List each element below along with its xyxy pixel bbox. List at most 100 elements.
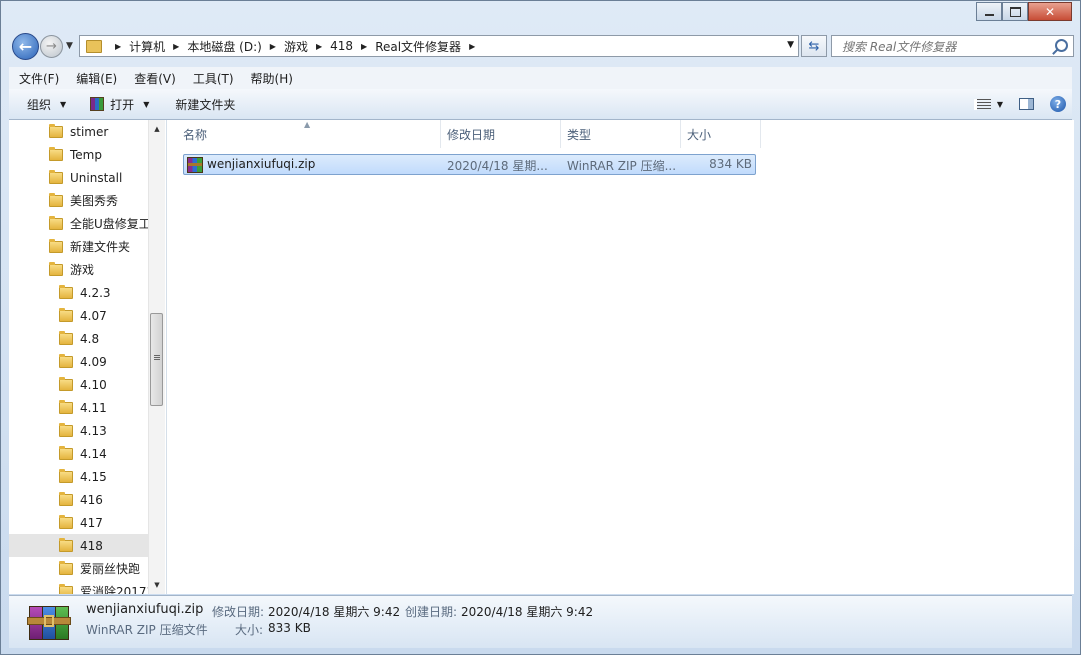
minimize-button[interactable]: [976, 2, 1002, 21]
tree-item-418-selected[interactable]: 418: [9, 534, 149, 557]
menu-help[interactable]: 帮助(H): [241, 70, 300, 87]
tree-item-label: 4.2.3: [80, 285, 111, 300]
tree-item-4-8[interactable]: 4.8: [59, 327, 99, 350]
tree-item-label: 4.09: [80, 354, 107, 369]
tree-item-stimer[interactable]: stimer: [49, 120, 108, 143]
column-header-type[interactable]: 类型: [561, 120, 681, 148]
breadcrumb-418[interactable]: 418: [330, 39, 353, 53]
menu-edit[interactable]: 编辑(E): [66, 70, 124, 87]
tree-item-label: 416: [80, 492, 103, 507]
scroll-up-icon[interactable]: ▲: [149, 122, 165, 136]
tree-item-label: 爱丽丝快跑: [80, 562, 141, 576]
tree-item-4-11[interactable]: 4.11: [59, 396, 107, 419]
open-button[interactable]: 打开 ▼: [74, 96, 157, 113]
recent-pages-dropdown[interactable]: ▼: [66, 41, 73, 51]
tree-item-usb-repair[interactable]: 全能U盘修复工: [49, 212, 151, 235]
tree-item-416[interactable]: 416: [59, 488, 103, 511]
folder-icon: [49, 192, 63, 207]
tree-item-uninstall[interactable]: Uninstall: [49, 166, 122, 189]
chevron-right-icon[interactable]: ▶: [316, 42, 322, 51]
chevron-right-icon[interactable]: ▶: [173, 42, 179, 51]
address-dropdown-icon[interactable]: ▼: [787, 40, 794, 50]
folder-icon: [59, 284, 73, 299]
file-size: 834 KB: [709, 157, 752, 171]
menu-view[interactable]: 查看(V): [124, 70, 183, 87]
window-controls: ✕: [976, 2, 1072, 22]
chevron-down-icon: ▼: [143, 99, 150, 109]
column-header-modified[interactable]: 修改日期: [441, 120, 561, 148]
folder-icon: [49, 238, 63, 253]
tree-item-4-07[interactable]: 4.07: [59, 304, 107, 327]
refresh-button[interactable]: ⇆: [801, 35, 827, 57]
search-box[interactable]: [831, 35, 1074, 57]
tree-item-4-14[interactable]: 4.14: [59, 442, 107, 465]
file-list: ▲ 名称 修改日期 类型 大小 wenjianxiufuqi.zip 2020/…: [167, 120, 1074, 594]
file-name: wenjianxiufuqi.zip: [207, 157, 316, 171]
tree-item-temp[interactable]: Temp: [49, 143, 102, 166]
tree-item-new-folder[interactable]: 新建文件夹: [49, 235, 130, 258]
chevron-right-icon[interactable]: ▶: [361, 42, 367, 51]
folder-icon: [59, 583, 73, 594]
menu-file[interactable]: 文件(F): [9, 70, 66, 87]
tree-item-4-10[interactable]: 4.10: [59, 373, 107, 396]
forward-button[interactable]: →: [40, 35, 63, 58]
tree-item-4-15[interactable]: 4.15: [59, 465, 107, 488]
tree-item-label: 美图秀秀: [70, 194, 119, 208]
new-folder-button[interactable]: 新建文件夹: [157, 96, 243, 113]
file-modified: 2020/4/18 星期...: [447, 159, 548, 173]
tree-item-label: 全能U盘修复工: [70, 217, 151, 231]
help-icon[interactable]: ?: [1050, 96, 1066, 112]
address-bar[interactable]: ▶ 计算机 ▶ 本地磁盘 (D:) ▶ 游戏 ▶ 418 ▶ Real文件修复器…: [79, 35, 799, 57]
chevron-down-icon: ▼: [60, 99, 67, 109]
chevron-right-icon[interactable]: ▶: [469, 42, 475, 51]
tree-item-4-13[interactable]: 4.13: [59, 419, 107, 442]
tree-item-alice-run[interactable]: 爱丽丝快跑: [59, 557, 140, 580]
folder-icon: [59, 399, 73, 414]
organize-label: 组织: [27, 97, 52, 112]
search-input[interactable]: [840, 39, 1054, 55]
folder-icon: [59, 537, 73, 552]
breadcrumb-computer[interactable]: 计算机: [129, 38, 165, 55]
breadcrumb-drive-d[interactable]: 本地磁盘 (D:): [187, 38, 261, 55]
organize-button[interactable]: 组织 ▼: [9, 96, 74, 113]
details-size-label: 大小:: [235, 623, 264, 637]
tree-item-ai-xiaochu[interactable]: 爱消除20173: [59, 580, 154, 594]
view-dropdown-icon[interactable]: ▼: [997, 100, 1003, 109]
view-options-icon[interactable]: [973, 98, 991, 110]
search-icon[interactable]: [1055, 39, 1068, 52]
tree-item-label: 4.14: [80, 446, 107, 461]
folder-icon: [86, 39, 102, 53]
breadcrumb-games[interactable]: 游戏: [284, 38, 308, 55]
tree-item-label: 游戏: [70, 263, 95, 277]
winrar-icon: [90, 97, 105, 111]
tree-item-meitu[interactable]: 美图秀秀: [49, 189, 118, 212]
breadcrumb-real-repair[interactable]: Real文件修复器: [375, 38, 461, 55]
navigation-bar: ← → ▼ ▶ 计算机 ▶ 本地磁盘 (D:) ▶ 游戏 ▶ 418 ▶ Rea…: [9, 33, 1074, 60]
details-created-label: 创建日期:: [405, 605, 458, 619]
tree-item-4-2-3[interactable]: 4.2.3: [59, 281, 111, 304]
folder-icon: [59, 514, 73, 529]
chevron-right-icon[interactable]: ▶: [270, 42, 276, 51]
column-header-size[interactable]: 大小: [681, 120, 761, 148]
tree-item-4-09[interactable]: 4.09: [59, 350, 107, 373]
menu-tools[interactable]: 工具(T): [183, 70, 241, 87]
maximize-button[interactable]: [1002, 2, 1028, 21]
scrollbar-thumb[interactable]: [150, 313, 163, 406]
tree-item-label: 418: [80, 538, 103, 553]
tree-item-games[interactable]: 游戏: [49, 258, 94, 281]
file-row[interactable]: wenjianxiufuqi.zip 2020/4/18 星期... WinRA…: [183, 154, 756, 175]
preview-pane-icon[interactable]: [1019, 98, 1034, 110]
zip-archive-icon: [187, 156, 203, 173]
back-button[interactable]: ←: [12, 33, 39, 60]
tree-item-417[interactable]: 417: [59, 511, 103, 534]
details-created-value: 2020/4/18 星期六 9:42: [461, 605, 594, 619]
folder-icon: [59, 445, 73, 460]
column-header-name[interactable]: 名称: [177, 120, 441, 148]
details-pane: wenjianxiufuqi.zip 修改日期: 2020/4/18 星期六 9…: [9, 595, 1072, 648]
scroll-down-icon[interactable]: ▼: [149, 578, 165, 592]
chevron-right-icon[interactable]: ▶: [115, 42, 121, 51]
tree-item-label: 4.10: [80, 377, 107, 392]
folder-icon: [59, 491, 73, 506]
navigation-scrollbar[interactable]: ▲ ▼: [148, 120, 165, 594]
close-button[interactable]: ✕: [1028, 2, 1072, 21]
